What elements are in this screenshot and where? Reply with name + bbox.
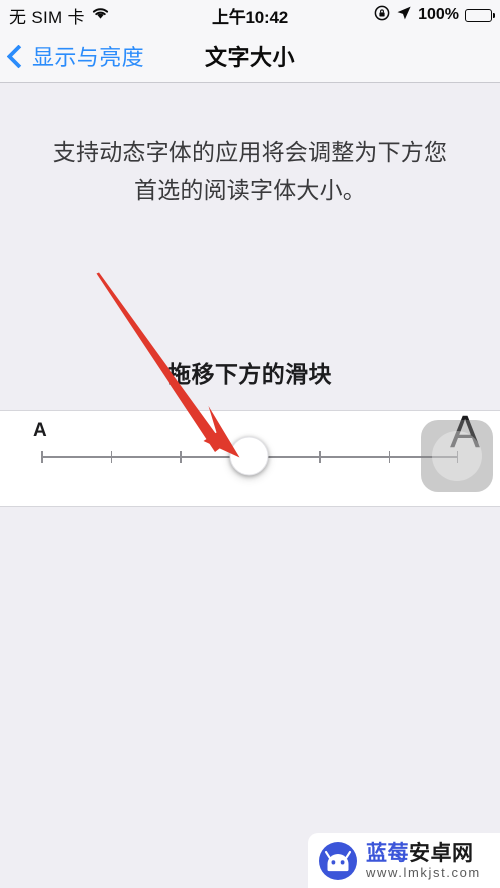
battery-percent-label: 100% xyxy=(418,6,459,23)
wifi-icon xyxy=(91,5,110,25)
status-bar-right: 100% xyxy=(374,5,496,26)
watermark-url: www.lmkjst.com xyxy=(366,864,481,880)
watermark-title-blue: 蓝莓 xyxy=(366,841,409,865)
watermark-title-dark: 安卓网 xyxy=(409,841,474,865)
battery-full-icon xyxy=(465,8,496,22)
slider-tick xyxy=(319,451,321,463)
location-arrow-icon xyxy=(396,5,412,26)
description-text: 支持动态字体的应用将会调整为下方您首选的阅读字体大小。 xyxy=(52,139,448,203)
phone-screen: 无 SIM 卡 上午10:42 100% 显示与亮度 文字大小 支持动态字体的应… xyxy=(0,0,500,888)
slider-thumb[interactable] xyxy=(229,436,269,476)
android-robot-logo-icon xyxy=(317,840,359,882)
slider-max-label: A xyxy=(449,406,480,457)
slider-tick xyxy=(110,451,112,463)
carrier-label: 无 SIM 卡 xyxy=(9,7,85,27)
navigation-bar: 显示与亮度 文字大小 xyxy=(0,30,500,83)
rotation-lock-icon xyxy=(374,5,390,26)
slider-tick xyxy=(456,451,458,463)
slider-min-label: A xyxy=(33,420,47,441)
content-area: 支持动态字体的应用将会调整为下方您首选的阅读字体大小。 拖移下方的滑块 A A xyxy=(0,83,500,888)
watermark-text: 蓝莓安卓网 www.lmkjst.com xyxy=(366,842,481,880)
slider-tick xyxy=(388,451,390,463)
slider-tick xyxy=(41,451,43,463)
drag-slider-hint: 拖移下方的滑块 xyxy=(168,361,332,387)
status-bar-left: 无 SIM 卡 xyxy=(9,3,110,28)
status-bar: 无 SIM 卡 上午10:42 100% xyxy=(0,0,500,30)
slider-tick xyxy=(180,451,182,463)
watermark-title: 蓝莓安卓网 xyxy=(366,842,481,865)
text-size-slider-panel: A A xyxy=(0,406,500,507)
page-title: 文字大小 xyxy=(204,45,295,70)
watermark: 蓝莓安卓网 www.lmkjst.com xyxy=(308,833,500,888)
